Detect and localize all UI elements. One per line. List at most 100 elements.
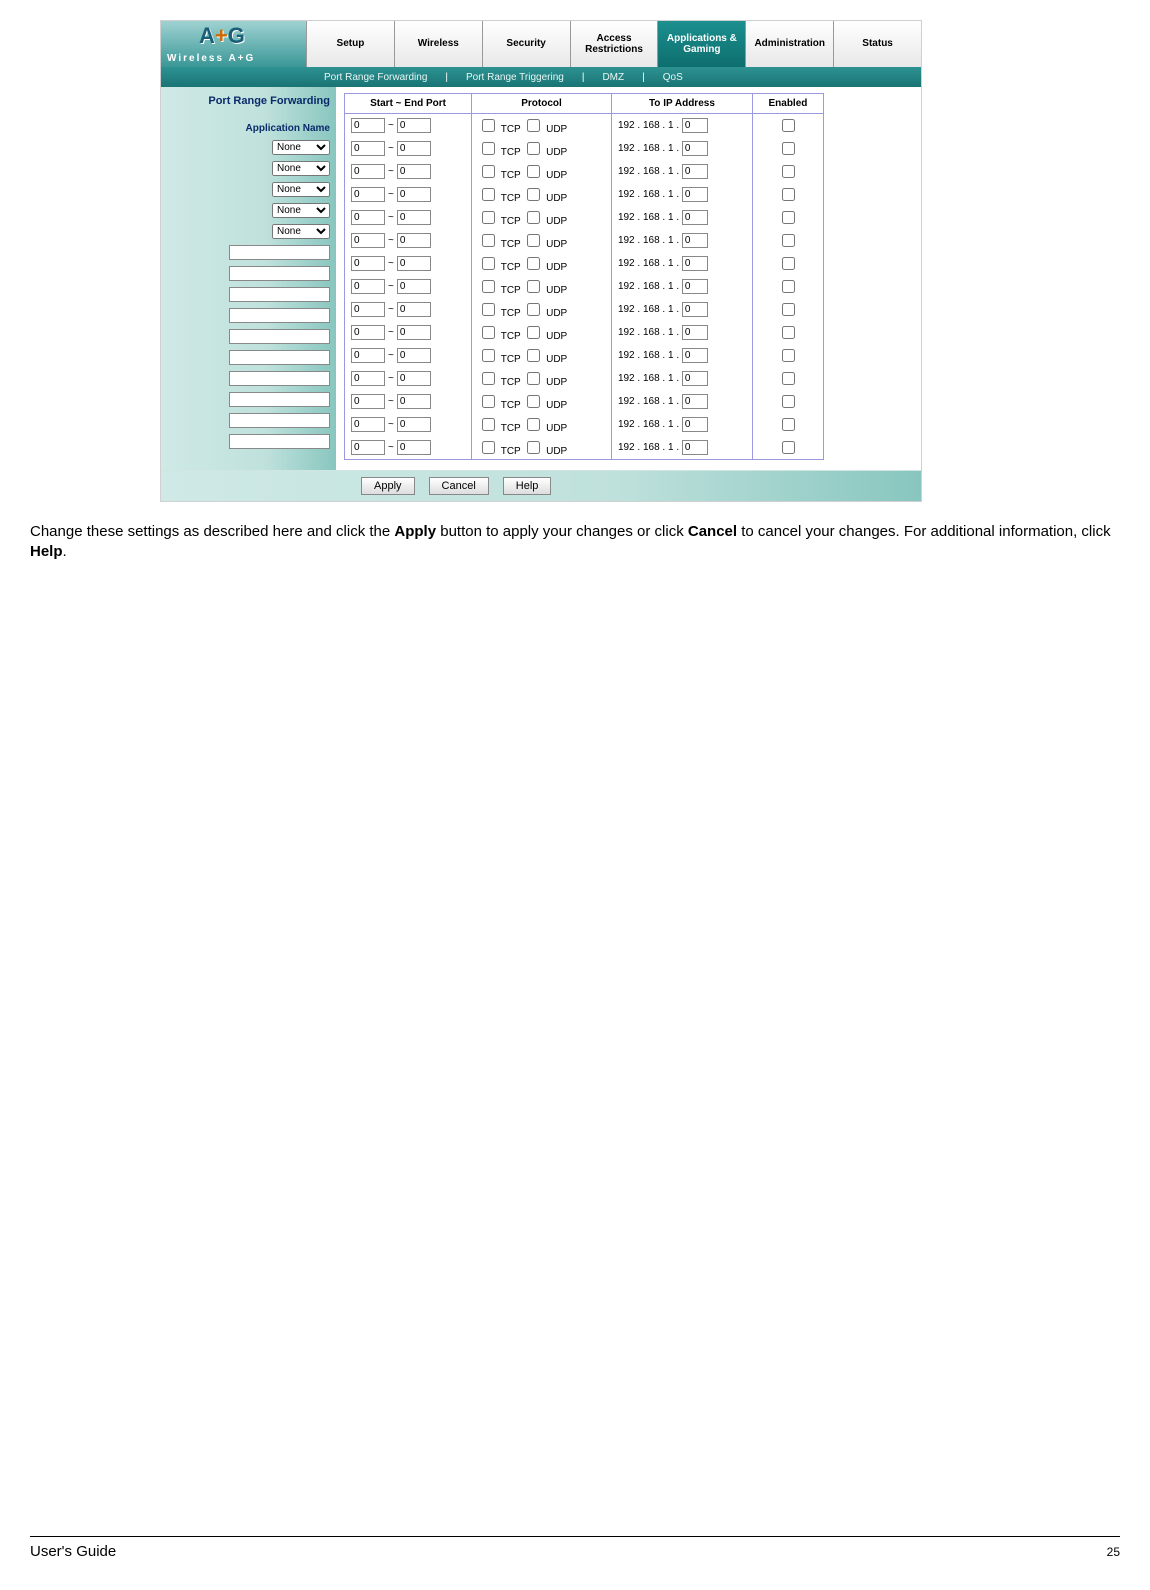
enabled-checkbox[interactable]: [782, 165, 795, 178]
enabled-checkbox[interactable]: [782, 234, 795, 247]
udp-checkbox[interactable]: [527, 257, 540, 270]
udp-checkbox[interactable]: [527, 349, 540, 362]
application-name-input[interactable]: [229, 245, 330, 260]
start-port-input[interactable]: [351, 210, 385, 225]
application-name-input[interactable]: [229, 329, 330, 344]
end-port-input[interactable]: [397, 417, 431, 432]
ip-last-octet-input[interactable]: [682, 141, 708, 156]
cancel-button[interactable]: Cancel: [429, 477, 489, 495]
start-port-input[interactable]: [351, 279, 385, 294]
udp-checkbox[interactable]: [527, 280, 540, 293]
tcp-checkbox[interactable]: [482, 142, 495, 155]
tcp-checkbox[interactable]: [482, 418, 495, 431]
ip-last-octet-input[interactable]: [682, 417, 708, 432]
ip-last-octet-input[interactable]: [682, 325, 708, 340]
end-port-input[interactable]: [397, 279, 431, 294]
end-port-input[interactable]: [397, 325, 431, 340]
tcp-checkbox[interactable]: [482, 395, 495, 408]
tcp-checkbox[interactable]: [482, 234, 495, 247]
main-tab[interactable]: Setup: [306, 21, 394, 67]
tcp-checkbox[interactable]: [482, 326, 495, 339]
enabled-checkbox[interactable]: [782, 326, 795, 339]
end-port-input[interactable]: [397, 233, 431, 248]
start-port-input[interactable]: [351, 164, 385, 179]
ip-last-octet-input[interactable]: [682, 440, 708, 455]
main-tab[interactable]: Security: [482, 21, 570, 67]
tcp-checkbox[interactable]: [482, 165, 495, 178]
application-name-input[interactable]: [229, 308, 330, 323]
ip-last-octet-input[interactable]: [682, 164, 708, 179]
tcp-checkbox[interactable]: [482, 280, 495, 293]
start-port-input[interactable]: [351, 118, 385, 133]
enabled-checkbox[interactable]: [782, 119, 795, 132]
ip-last-octet-input[interactable]: [682, 371, 708, 386]
enabled-checkbox[interactable]: [782, 395, 795, 408]
start-port-input[interactable]: [351, 187, 385, 202]
enabled-checkbox[interactable]: [782, 303, 795, 316]
enabled-checkbox[interactable]: [782, 441, 795, 454]
application-name-select[interactable]: None: [272, 203, 330, 218]
ip-last-octet-input[interactable]: [682, 187, 708, 202]
sub-tab[interactable]: Port Range Triggering: [448, 72, 582, 83]
sub-tab[interactable]: Port Range Forwarding: [306, 72, 445, 83]
end-port-input[interactable]: [397, 210, 431, 225]
application-name-input[interactable]: [229, 287, 330, 302]
ip-last-octet-input[interactable]: [682, 256, 708, 271]
application-name-input[interactable]: [229, 434, 330, 449]
apply-button[interactable]: Apply: [361, 477, 415, 495]
end-port-input[interactable]: [397, 394, 431, 409]
udp-checkbox[interactable]: [527, 441, 540, 454]
enabled-checkbox[interactable]: [782, 372, 795, 385]
udp-checkbox[interactable]: [527, 234, 540, 247]
start-port-input[interactable]: [351, 302, 385, 317]
ip-last-octet-input[interactable]: [682, 118, 708, 133]
end-port-input[interactable]: [397, 348, 431, 363]
udp-checkbox[interactable]: [527, 188, 540, 201]
ip-last-octet-input[interactable]: [682, 348, 708, 363]
udp-checkbox[interactable]: [527, 165, 540, 178]
enabled-checkbox[interactable]: [782, 280, 795, 293]
ip-last-octet-input[interactable]: [682, 302, 708, 317]
application-name-input[interactable]: [229, 266, 330, 281]
main-tab[interactable]: Applications &Gaming: [657, 21, 745, 67]
sub-tab[interactable]: DMZ: [584, 72, 642, 83]
tcp-checkbox[interactable]: [482, 119, 495, 132]
udp-checkbox[interactable]: [527, 326, 540, 339]
enabled-checkbox[interactable]: [782, 188, 795, 201]
help-button[interactable]: Help: [503, 477, 552, 495]
udp-checkbox[interactable]: [527, 119, 540, 132]
application-name-select[interactable]: None: [272, 161, 330, 176]
udp-checkbox[interactable]: [527, 418, 540, 431]
tcp-checkbox[interactable]: [482, 188, 495, 201]
end-port-input[interactable]: [397, 256, 431, 271]
end-port-input[interactable]: [397, 187, 431, 202]
udp-checkbox[interactable]: [527, 372, 540, 385]
tcp-checkbox[interactable]: [482, 349, 495, 362]
start-port-input[interactable]: [351, 256, 385, 271]
tcp-checkbox[interactable]: [482, 441, 495, 454]
enabled-checkbox[interactable]: [782, 418, 795, 431]
ip-last-octet-input[interactable]: [682, 394, 708, 409]
start-port-input[interactable]: [351, 394, 385, 409]
application-name-input[interactable]: [229, 392, 330, 407]
start-port-input[interactable]: [351, 417, 385, 432]
main-tab[interactable]: Administration: [745, 21, 833, 67]
start-port-input[interactable]: [351, 440, 385, 455]
main-tab[interactable]: AccessRestrictions: [570, 21, 658, 67]
main-tab[interactable]: Wireless: [394, 21, 482, 67]
enabled-checkbox[interactable]: [782, 257, 795, 270]
enabled-checkbox[interactable]: [782, 349, 795, 362]
udp-checkbox[interactable]: [527, 395, 540, 408]
end-port-input[interactable]: [397, 302, 431, 317]
start-port-input[interactable]: [351, 371, 385, 386]
udp-checkbox[interactable]: [527, 303, 540, 316]
ip-last-octet-input[interactable]: [682, 210, 708, 225]
sub-tab[interactable]: QoS: [645, 72, 701, 83]
tcp-checkbox[interactable]: [482, 257, 495, 270]
start-port-input[interactable]: [351, 233, 385, 248]
application-name-select[interactable]: None: [272, 224, 330, 239]
start-port-input[interactable]: [351, 141, 385, 156]
application-name-select[interactable]: None: [272, 140, 330, 155]
application-name-input[interactable]: [229, 371, 330, 386]
end-port-input[interactable]: [397, 440, 431, 455]
